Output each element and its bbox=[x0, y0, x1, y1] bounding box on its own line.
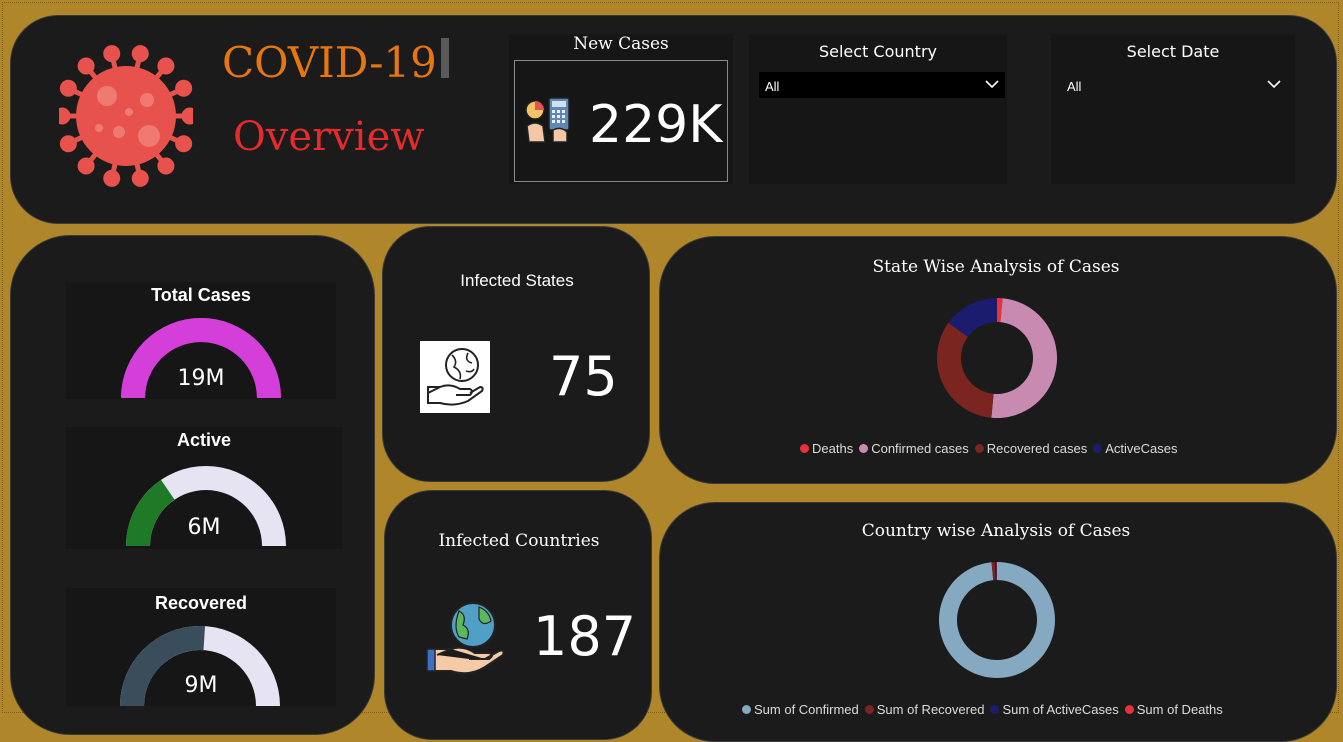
virus-spike-tip bbox=[106, 172, 118, 184]
virus-spike-tip bbox=[178, 138, 190, 150]
gauge-recovered-value: 9M bbox=[66, 673, 336, 698]
legend-label: Sum of Confirmed bbox=[754, 702, 859, 717]
legend-swatch bbox=[1093, 444, 1102, 453]
gauge-total-value: 19M bbox=[66, 366, 336, 391]
legend-swatch bbox=[742, 705, 751, 714]
legend-label: Sum of Recovered bbox=[877, 702, 985, 717]
virus-spike-tip bbox=[160, 60, 172, 72]
new-cases-card: New Cases 229K bbox=[509, 34, 733, 184]
country-dropdown-value: All bbox=[765, 79, 779, 94]
legend-swatch bbox=[990, 705, 999, 714]
legend-swatch bbox=[1125, 705, 1134, 714]
donut-slice-recovered-cases[interactable] bbox=[937, 323, 994, 418]
virus-spike-tip bbox=[80, 60, 92, 72]
globe-hand-icon bbox=[420, 341, 490, 413]
infected-countries-value: 187 bbox=[533, 605, 636, 668]
state-donut-chart bbox=[936, 297, 1058, 419]
legend-item[interactable]: ActiveCases bbox=[1093, 441, 1177, 456]
infected-countries-card: Infected Countries 187 bbox=[384, 490, 652, 740]
globe-hand-icon bbox=[423, 597, 507, 677]
legend-label: Sum of ActiveCases bbox=[1002, 702, 1118, 717]
legend-label: Recovered cases bbox=[987, 441, 1087, 456]
date-dropdown[interactable]: All bbox=[1061, 72, 1287, 98]
country-chart-legend: Sum of Confirmed Sum of Recovered Sum of A… bbox=[742, 702, 1223, 717]
gauges-panel: Total Cases 19M Active 6M Recovered 9M bbox=[10, 235, 375, 735]
legend-label: ActiveCases bbox=[1105, 441, 1177, 456]
legend-item[interactable]: Sum of ActiveCases bbox=[990, 702, 1118, 717]
date-slicer: Select Date All bbox=[1051, 34, 1295, 184]
legend-label: Deaths bbox=[812, 441, 853, 456]
date-slicer-label: Select Date bbox=[1051, 42, 1295, 61]
virus-spike-tip bbox=[62, 138, 74, 150]
virus-spike-tip bbox=[134, 48, 146, 60]
legend-item[interactable]: Sum of Deaths bbox=[1125, 702, 1223, 717]
country-donut-chart bbox=[938, 561, 1056, 679]
legend-swatch bbox=[865, 705, 874, 714]
title-divider bbox=[441, 38, 449, 78]
state-chart-card: State Wise Analysis of Cases Deaths Confi… bbox=[659, 236, 1337, 484]
state-chart-legend: Deaths Confirmed cases Recovered cases Acti… bbox=[800, 441, 1177, 456]
new-cases-value: 229K bbox=[589, 95, 722, 155]
virus-spike-tip bbox=[178, 82, 190, 94]
legend-item[interactable]: Recovered cases bbox=[975, 441, 1087, 456]
country-slicer: Select Country All bbox=[749, 34, 1007, 184]
new-cases-box: 229K bbox=[514, 60, 728, 182]
date-dropdown-value: All bbox=[1067, 79, 1081, 94]
gauge-card-recovered: Recovered 9M bbox=[66, 588, 336, 706]
legend-swatch bbox=[800, 444, 809, 453]
legend-item[interactable]: Sum of Confirmed bbox=[742, 702, 859, 717]
virus-spike-tip bbox=[59, 110, 68, 122]
infected-countries-label: Infected Countries bbox=[385, 531, 653, 551]
dashboard-title: COVID-19 bbox=[222, 38, 437, 87]
new-cases-label: New Cases bbox=[509, 34, 733, 54]
legend-swatch bbox=[859, 444, 868, 453]
chevron-down-icon bbox=[985, 79, 999, 89]
dashboard-subtitle: Overview bbox=[233, 114, 424, 160]
header-panel: COVID-19 Overview New Cases 229K Select … bbox=[10, 15, 1337, 224]
infected-states-value: 75 bbox=[549, 345, 618, 408]
gauge-total-label: Total Cases bbox=[66, 285, 336, 306]
country-slicer-label: Select Country bbox=[749, 42, 1007, 61]
gauge-active-value: 6M bbox=[66, 515, 342, 540]
state-chart-title: State Wise Analysis of Cases bbox=[660, 257, 1332, 277]
legend-item[interactable]: Confirmed cases bbox=[859, 441, 969, 456]
virus-spike-tip bbox=[106, 48, 118, 60]
legend-label: Sum of Deaths bbox=[1137, 702, 1223, 717]
infected-states-card: Infected States 75 bbox=[382, 226, 650, 482]
gauge-card-active: Active 6M bbox=[66, 427, 342, 549]
country-chart-title: Country wise Analysis of Cases bbox=[660, 521, 1332, 541]
gauge-active-label: Active bbox=[66, 430, 342, 451]
virus-spike-tip bbox=[134, 172, 146, 184]
legend-label: Confirmed cases bbox=[871, 441, 969, 456]
chevron-down-icon bbox=[1267, 79, 1281, 89]
globe-hand-icon-box bbox=[420, 341, 490, 413]
country-dropdown[interactable]: All bbox=[759, 72, 1005, 98]
virus-icon bbox=[59, 36, 193, 196]
legend-item[interactable]: Sum of Recovered bbox=[865, 702, 985, 717]
country-chart-card: Country wise Analysis of Cases Sum of Co… bbox=[659, 502, 1337, 742]
calculator-chart-icon bbox=[523, 96, 573, 146]
virus-spike-tip bbox=[184, 110, 193, 122]
gauge-card-total: Total Cases 19M bbox=[66, 282, 336, 399]
virus-spike-tip bbox=[80, 160, 92, 172]
donut-slice-confirmed-cases[interactable] bbox=[991, 298, 1057, 418]
legend-item[interactable]: Deaths bbox=[800, 441, 853, 456]
virus-spike-tip bbox=[160, 160, 172, 172]
infected-states-label: Infected States bbox=[383, 271, 651, 291]
legend-swatch bbox=[975, 444, 984, 453]
gauge-recovered-label: Recovered bbox=[66, 593, 336, 614]
virus-spike-tip bbox=[62, 82, 74, 94]
